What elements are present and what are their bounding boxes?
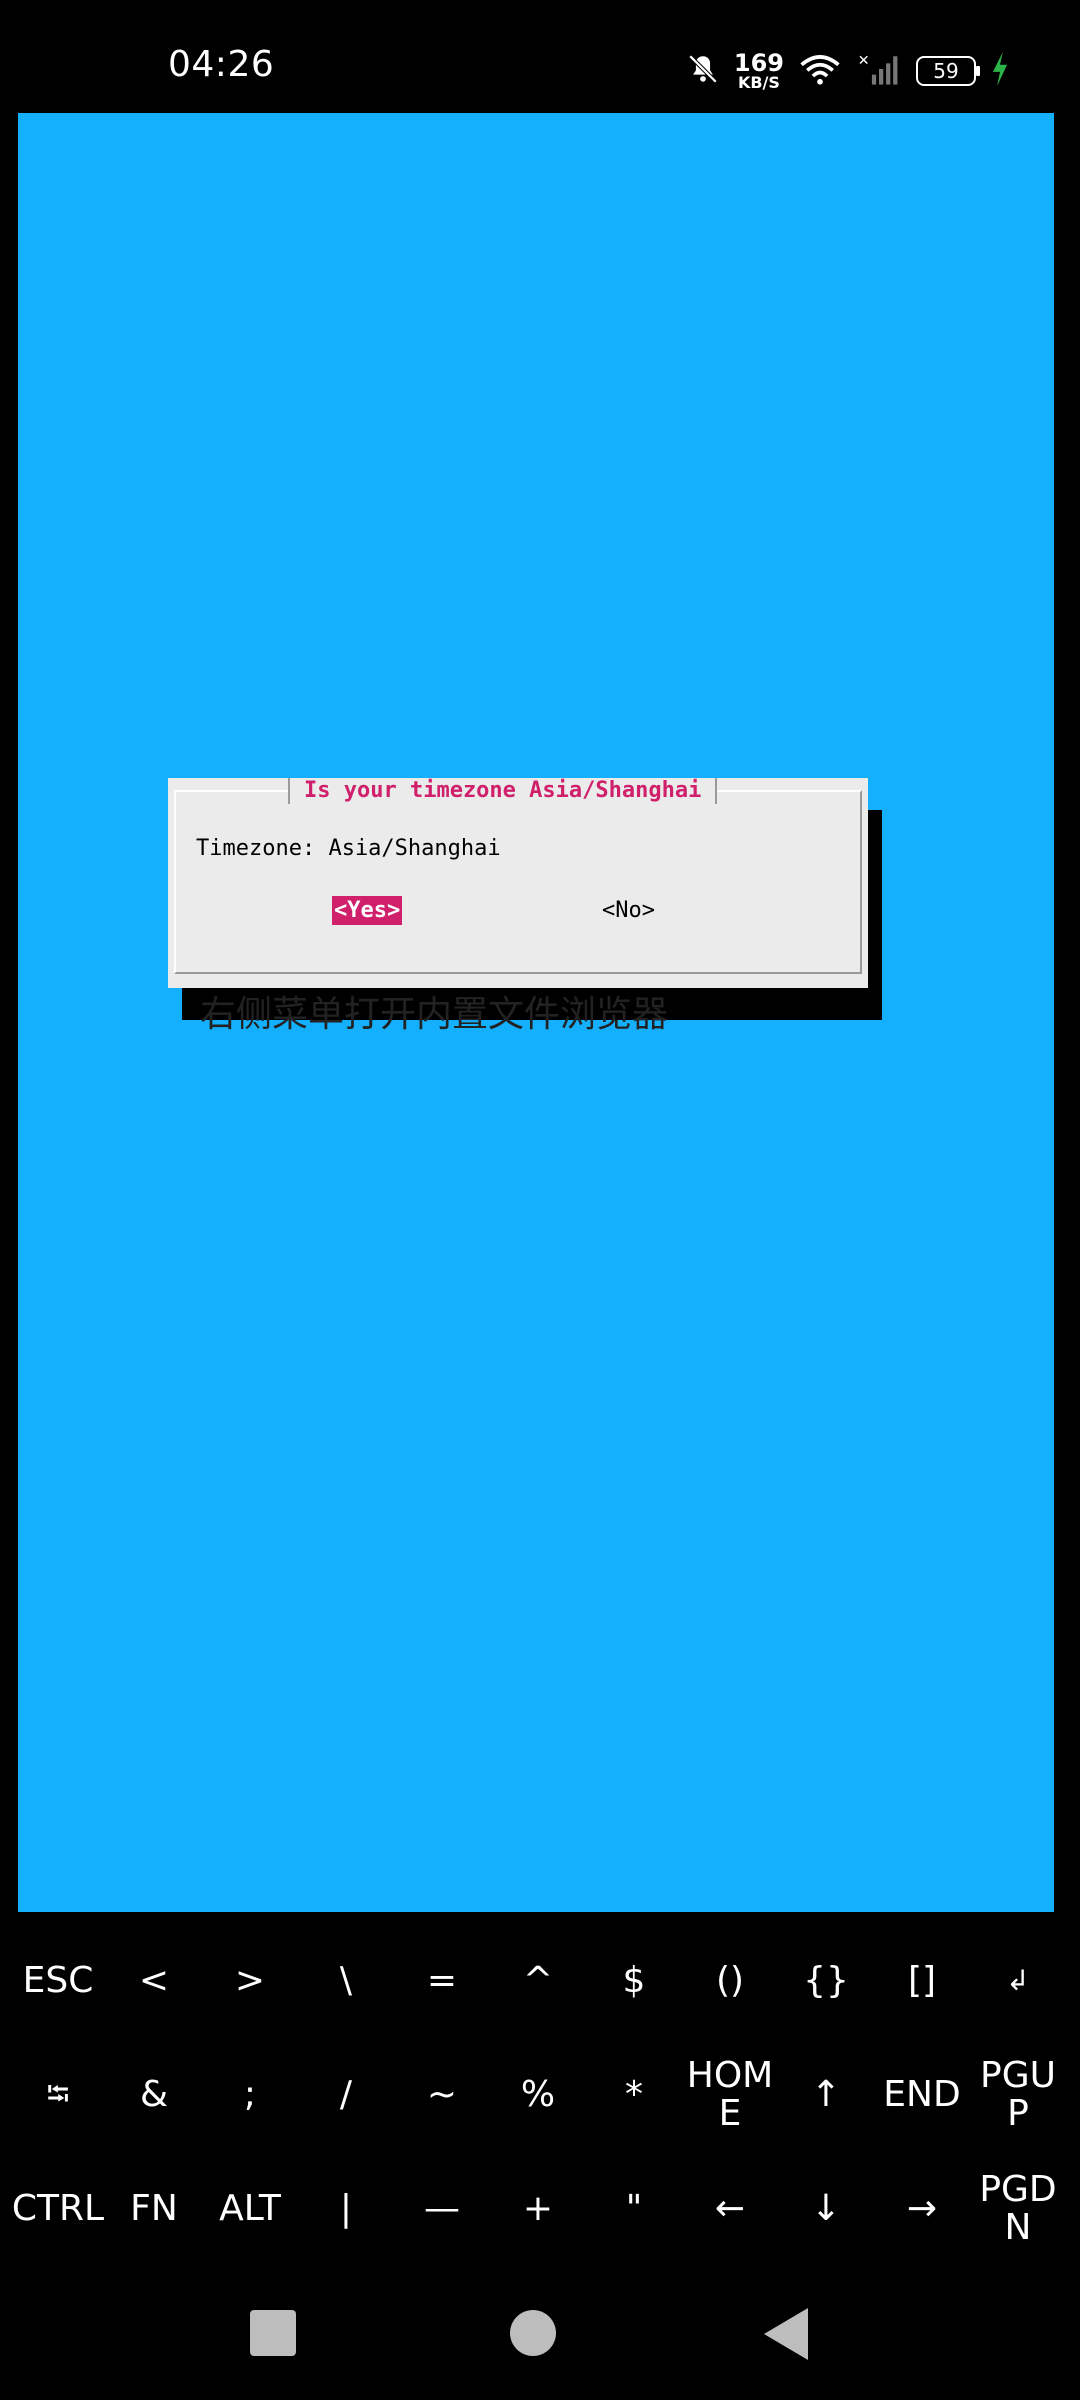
key-tab[interactable]: ⭾	[10, 2042, 106, 2148]
no-button[interactable]: <No>	[600, 896, 657, 925]
key-parens[interactable]: ()	[682, 1928, 778, 2034]
key-arrow-left[interactable]: ←	[682, 2156, 778, 2262]
battery-indicator: 59	[916, 56, 980, 86]
key-alt[interactable]: ALT	[202, 2156, 298, 2262]
background-overlay-text: 右侧菜单打开内置文件浏览器	[200, 994, 669, 1035]
yes-button[interactable]: <Yes>	[332, 896, 403, 925]
key-enter[interactable]: ↲	[970, 1928, 1066, 2034]
key-semicolon[interactable]: ;	[202, 2042, 298, 2148]
home-button[interactable]	[510, 2310, 556, 2356]
key-equals[interactable]: =	[394, 1928, 490, 2034]
key-ctrl[interactable]: CTRL	[10, 2156, 106, 2262]
key-backslash[interactable]: \	[298, 1928, 394, 2034]
bell-muted-icon	[686, 52, 720, 90]
dialog-title: Is your timezone Asia/Shanghai	[288, 778, 718, 804]
key-dollar[interactable]: $	[586, 1928, 682, 2034]
key-home[interactable]: HOME	[682, 2042, 778, 2148]
key-arrow-down[interactable]: ↓	[778, 2156, 874, 2262]
signal-icon: ✕	[856, 52, 902, 90]
back-button[interactable]	[764, 2308, 808, 2360]
recents-button[interactable]	[250, 2310, 296, 2356]
key-braces[interactable]: {}	[778, 1928, 874, 2034]
key-page-down[interactable]: PGDN	[970, 2156, 1066, 2262]
dialog-message: Timezone: Asia/Shanghai	[196, 836, 501, 861]
charging-bolt-icon	[990, 52, 1010, 90]
key-greater-than[interactable]: >	[202, 1928, 298, 2034]
key-pipe[interactable]: |	[298, 2156, 394, 2262]
svg-text:✕: ✕	[858, 53, 870, 69]
key-fn[interactable]: FN	[106, 2156, 202, 2262]
key-percent[interactable]: %	[490, 2042, 586, 2148]
key-ampersand[interactable]: &	[106, 2042, 202, 2148]
key-asterisk[interactable]: *	[586, 2042, 682, 2148]
key-esc[interactable]: ESC	[10, 1928, 106, 2034]
key-less-than[interactable]: <	[106, 1928, 202, 2034]
network-speed: 169 KB/S	[734, 51, 784, 91]
key-tilde[interactable]: ~	[394, 2042, 490, 2148]
key-arrow-right[interactable]: →	[874, 2156, 970, 2262]
key-caret[interactable]: ^	[490, 1928, 586, 2034]
key-slash[interactable]: /	[298, 2042, 394, 2148]
key-brackets[interactable]: []	[874, 1928, 970, 2034]
key-quote[interactable]: "	[586, 2156, 682, 2262]
network-speed-value: 169	[733, 49, 784, 77]
dialog-frame	[174, 790, 862, 974]
wifi-icon	[798, 52, 842, 90]
key-arrow-up[interactable]: ↑	[778, 2042, 874, 2148]
network-speed-unit: KB/S	[737, 73, 780, 92]
key-end[interactable]: END	[874, 2042, 970, 2148]
key-dash[interactable]: —	[394, 2156, 490, 2262]
navigation-bar	[0, 2280, 1080, 2400]
key-page-up[interactable]: PGUP	[970, 2042, 1066, 2148]
timezone-dialog: Is your timezone Asia/Shanghai Timezone:…	[168, 778, 868, 988]
status-bar: 04:26 169 KB/S ✕ 59	[0, 0, 1080, 112]
status-time: 04:26	[168, 44, 275, 85]
status-icons: 169 KB/S ✕ 59	[686, 46, 1010, 96]
key-plus[interactable]: +	[490, 2156, 586, 2262]
